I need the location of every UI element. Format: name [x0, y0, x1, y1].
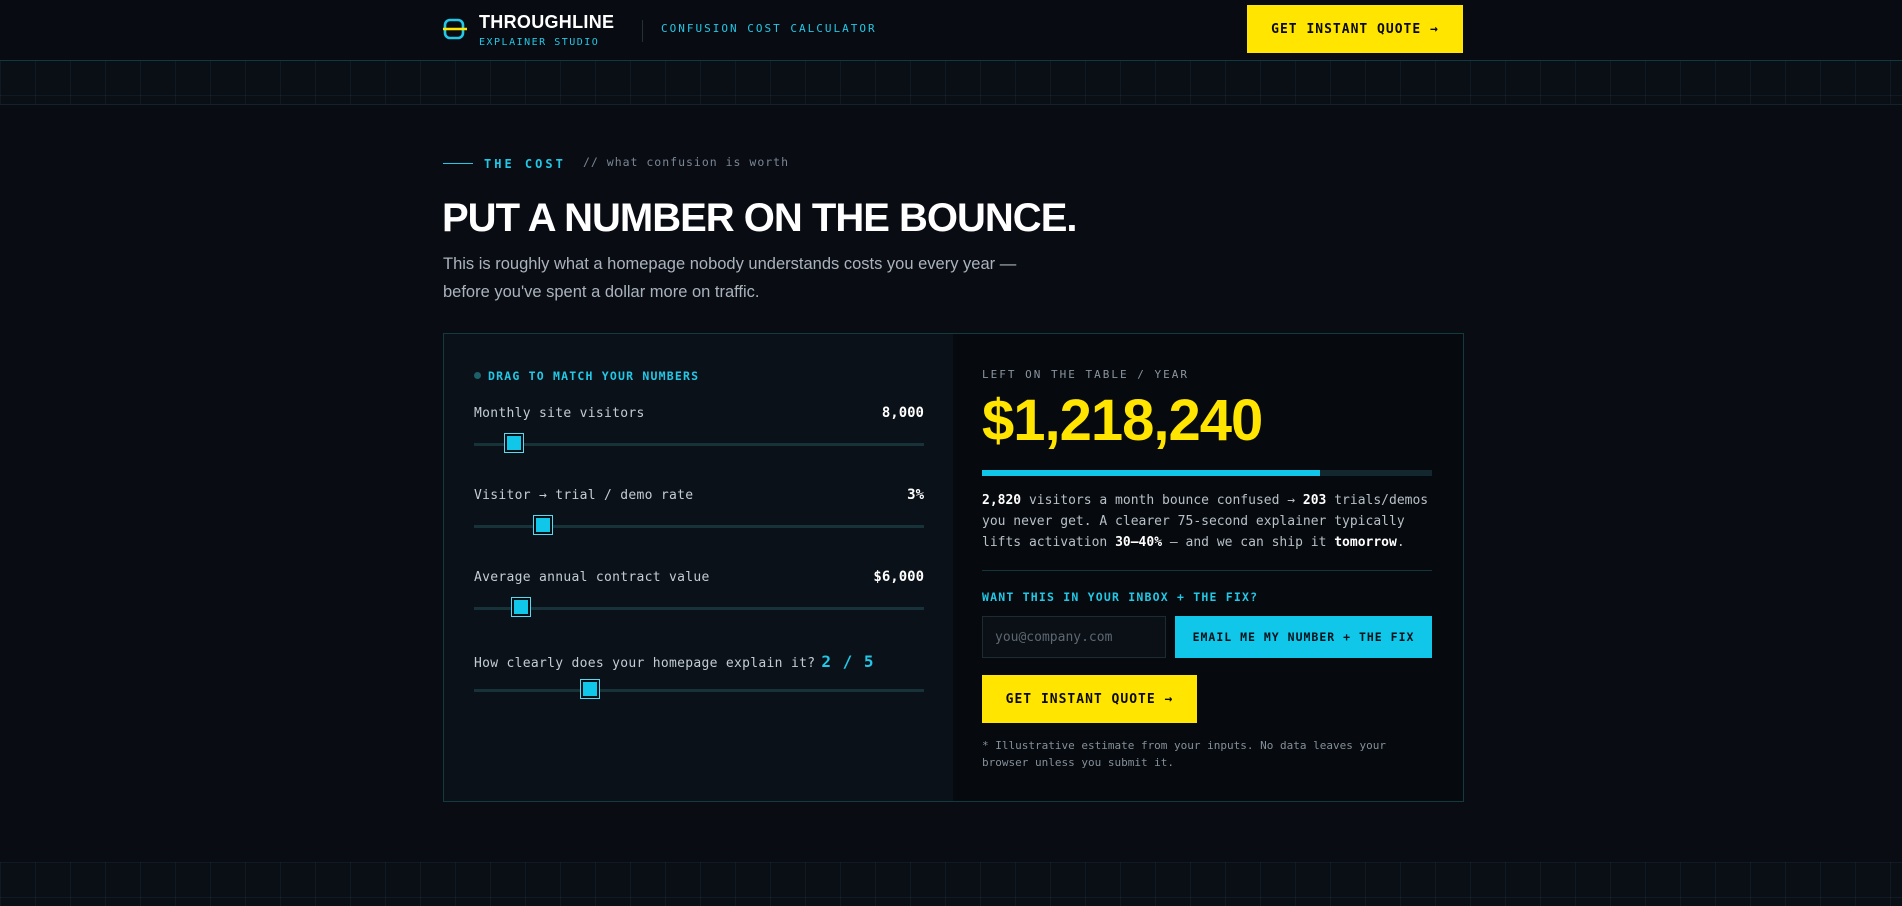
section-eyebrow: THE COST [484, 157, 566, 171]
eyebrow-line [443, 163, 473, 164]
brand-subtitle: EXPLAINER STUDIO [479, 37, 600, 48]
slider-label: How clearly does your homepage explain i… [474, 652, 875, 671]
slider-track[interactable] [474, 689, 924, 692]
slider-track[interactable] [474, 607, 924, 610]
loss-progress-fill [982, 470, 1320, 476]
slider-label: Average annual contract value [474, 570, 710, 585]
slider-value: 2 / 5 [821, 652, 875, 671]
lost-trials-count: 203 [1302, 493, 1327, 508]
email-number-button[interactable]: EMAIL ME MY NUMBER + THE FIX [1175, 616, 1432, 658]
slider-value: 3% [907, 487, 924, 503]
slider-label: Monthly site visitors [474, 406, 645, 421]
annual-loss-amount: $1,218,240 [982, 388, 1263, 453]
site-header: THROUGHLINE EXPLAINER STUDIO CONFUSION C… [0, 0, 1902, 61]
header-divider [642, 20, 643, 42]
section-eyebrow-note: // what confusion is worth [583, 155, 790, 169]
page-tag: CONFUSION COST CALCULATOR [661, 22, 877, 35]
slider-value: 8,000 [881, 405, 924, 421]
brand-name: THROUGHLINE [479, 12, 615, 32]
slider-thumb[interactable] [532, 515, 553, 535]
grid-backdrop-bottom [0, 862, 1902, 906]
slider-label: Visitor → trial / demo rate [474, 488, 694, 503]
calculator-result-panel: LEFT ON THE TABLE / YEAR $1,218,240 2,82… [953, 333, 1464, 802]
grid-backdrop-top [0, 60, 1902, 105]
disclaimer-footnote: * Illustrative estimate from your inputs… [982, 739, 1386, 769]
slider-track[interactable] [474, 443, 924, 446]
slider-thumb[interactable] [503, 433, 524, 453]
loss-progress-bar [982, 470, 1432, 476]
slider-thumb[interactable] [580, 679, 600, 699]
page-subtitle: This is roughly what a homepage nobody u… [443, 255, 1017, 301]
result-summary: 2,820 visitors a month bounce confused →… [982, 493, 1429, 550]
throughline-logo-icon [443, 18, 467, 40]
result-divider [982, 570, 1432, 571]
bounced-visitors-count: 2,820 [982, 493, 1022, 508]
activation-lift: 30–40% [1115, 535, 1163, 550]
page-title: PUT A NUMBER ON THE BOUNCE. [442, 196, 1077, 240]
drag-instruction: DRAG TO MATCH YOUR NUMBERS [488, 369, 700, 383]
slider-thumb[interactable] [511, 597, 532, 617]
ship-time: tomorrow [1334, 535, 1397, 550]
header-quote-button[interactable]: GET INSTANT QUOTE → [1247, 5, 1463, 53]
slider-value: $6,000 [873, 569, 924, 585]
result-label: LEFT ON THE TABLE / YEAR [982, 368, 1189, 381]
inbox-prompt: WANT THIS IN YOUR INBOX + THE FIX? [982, 590, 1259, 604]
result-quote-button[interactable]: GET INSTANT QUOTE → [982, 675, 1197, 723]
calculator-inputs-panel: DRAG TO MATCH YOUR NUMBERS Monthly site … [443, 333, 954, 802]
email-input[interactable] [982, 616, 1166, 658]
